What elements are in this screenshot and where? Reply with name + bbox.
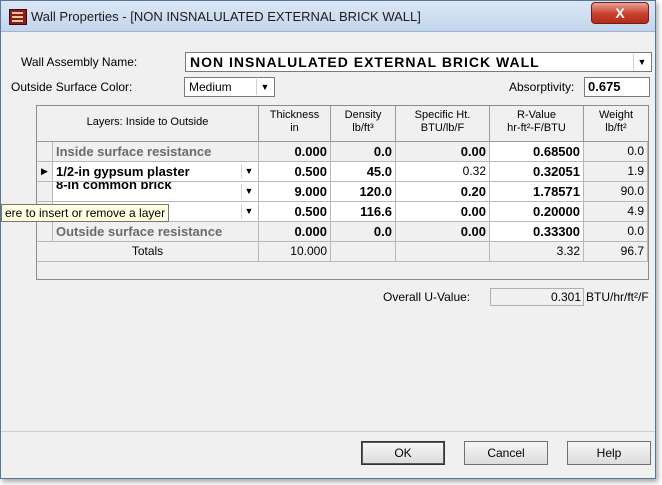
totals-density-empty [331, 242, 396, 262]
r-value-cell[interactable]: 0.68500 [490, 142, 584, 162]
density-cell[interactable]: 116.6 [331, 202, 396, 222]
totals-specific-ht-empty [396, 242, 490, 262]
totals-thickness: 10.000 [259, 242, 331, 262]
r-value-cell[interactable]: 0.32051 [490, 162, 584, 182]
wall-assembly-name-value: NON INSNALULATED EXTERNAL BRICK WALL [190, 54, 540, 70]
totals-label: Totals [37, 242, 259, 262]
ok-button[interactable]: OK [361, 441, 445, 465]
density-cell[interactable]: 120.0 [331, 182, 396, 202]
table-row[interactable]: 8-in common brick ▼ 9.000 120.0 0.20 1.7… [37, 182, 648, 202]
weight-cell: 4.9 [584, 202, 648, 222]
layer-name: Outside surface resistance [53, 222, 259, 242]
table-row[interactable]: Outside surface resistance 0.000 0.0 0.0… [37, 222, 648, 242]
wall-properties-window: Wall Properties - [NON INSNALULATED EXTE… [0, 0, 656, 479]
layer-name: Inside surface resistance [53, 142, 259, 162]
title-bar[interactable]: Wall Properties - [NON INSNALULATED EXTE… [1, 1, 655, 32]
totals-r-value: 3.32 [490, 242, 584, 262]
absorptivity-input[interactable]: 0.675 [584, 77, 650, 97]
layer-name: 8-in common brick [56, 182, 172, 192]
insert-layer-tooltip: ere to insert or remove a layer [1, 204, 170, 222]
outside-surface-color-label: Outside Surface Color: [11, 80, 133, 94]
weight-cell: 0.0 [584, 142, 648, 162]
divider [1, 431, 655, 432]
totals-row: Totals 10.000 3.32 96.7 [37, 242, 648, 262]
totals-weight: 96.7 [584, 242, 648, 262]
r-value-cell[interactable]: 1.78571 [490, 182, 584, 202]
chevron-down-icon[interactable]: ▼ [241, 184, 256, 199]
row-selector[interactable] [37, 182, 53, 202]
column-header-weight: Weight lb/ft² [584, 106, 648, 142]
specific-ht-cell: 0.00 [396, 222, 490, 242]
layer-name: 1/2-in gypsum plaster [56, 164, 190, 179]
thickness-cell[interactable]: 0.500 [259, 202, 331, 222]
chevron-down-icon[interactable]: ▼ [633, 54, 650, 70]
layers-grid: Layers: Inside to Outside Thickness in D… [36, 105, 649, 280]
weight-cell: 1.9 [584, 162, 648, 182]
chevron-down-icon[interactable]: ▼ [241, 164, 256, 179]
column-header-specific-ht: Specific Ht. BTU/lb/F [396, 106, 490, 142]
column-header-thickness: Thickness in [259, 106, 331, 142]
chevron-down-icon[interactable]: ▼ [241, 204, 256, 219]
layer-select[interactable]: 1/2-in gypsum plaster ▼ [53, 162, 259, 182]
u-value-label: Overall U-Value: [383, 290, 471, 304]
window-title: Wall Properties - [NON INSNALULATED EXTE… [31, 9, 421, 24]
specific-ht-cell: 0.00 [396, 142, 490, 162]
weight-cell: 0.0 [584, 222, 648, 242]
thickness-cell: 0.000 [259, 222, 331, 242]
r-value-cell[interactable]: 0.33300 [490, 222, 584, 242]
row-selector[interactable] [37, 142, 53, 162]
close-button[interactable]: X [591, 2, 649, 24]
u-value-unit: BTU/hr/ft²/F [586, 290, 649, 304]
layer-select[interactable]: 8-in common brick ▼ [53, 182, 259, 202]
help-button[interactable]: Help [567, 441, 651, 465]
cancel-button[interactable]: Cancel [464, 441, 548, 465]
wall-app-icon [9, 9, 27, 25]
thickness-cell[interactable]: 0.500 [259, 162, 331, 182]
absorptivity-label: Absorptivity: [509, 80, 575, 94]
specific-ht-cell[interactable]: 0.20 [396, 182, 490, 202]
outside-surface-color-value: Medium [189, 80, 232, 94]
table-row[interactable]: ▶ 1/2-in gypsum plaster ▼ 0.500 45.0 0.3… [37, 162, 648, 182]
wall-assembly-name-select[interactable]: NON INSNALULATED EXTERNAL BRICK WALL ▼ [185, 52, 652, 72]
current-row-marker-icon[interactable]: ▶ [37, 162, 53, 182]
u-value-field: 0.301 [490, 288, 584, 306]
column-header-r-value: R-Value hr-ft²-F/BTU [490, 106, 584, 142]
thickness-cell: 0.000 [259, 142, 331, 162]
density-cell: 0.0 [331, 222, 396, 242]
wall-assembly-name-label: Wall Assembly Name: [21, 55, 138, 69]
chevron-down-icon[interactable]: ▼ [256, 79, 273, 95]
specific-ht-cell[interactable]: 0.32 [396, 162, 490, 182]
density-cell: 0.0 [331, 142, 396, 162]
weight-cell: 90.0 [584, 182, 648, 202]
column-header-density: Density lb/ft³ [331, 106, 396, 142]
density-cell[interactable]: 45.0 [331, 162, 396, 182]
specific-ht-cell[interactable]: 0.00 [396, 202, 490, 222]
thickness-cell[interactable]: 9.000 [259, 182, 331, 202]
table-row[interactable]: Inside surface resistance 0.000 0.0 0.00… [37, 142, 648, 162]
r-value-cell[interactable]: 0.20000 [490, 202, 584, 222]
column-header-layers: Layers: Inside to Outside [37, 106, 259, 142]
outside-surface-color-select[interactable]: Medium ▼ [184, 77, 275, 97]
row-selector[interactable] [37, 222, 53, 242]
